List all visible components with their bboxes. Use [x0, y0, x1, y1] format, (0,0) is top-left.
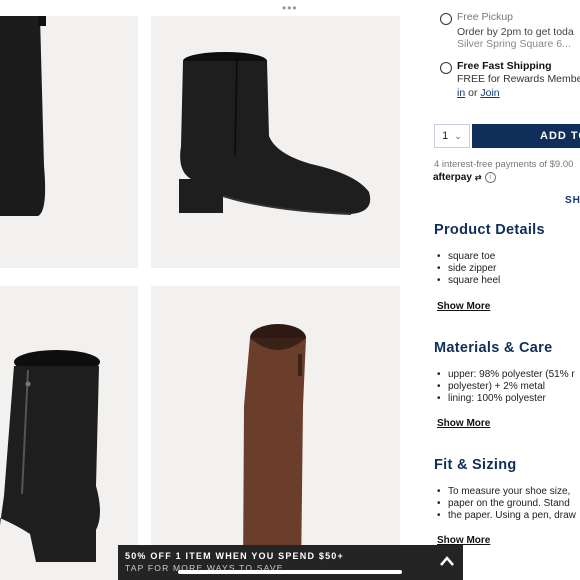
- or-text: or: [465, 87, 481, 99]
- add-to-bag-button[interactable]: ADD TO: [472, 124, 580, 148]
- product-image-1[interactable]: [0, 16, 138, 268]
- info-icon[interactable]: i: [484, 172, 496, 183]
- chevron-down-icon: ⌄: [454, 130, 462, 141]
- afterpay-arrows-icon: ⇄: [474, 173, 482, 182]
- details-show-more-link[interactable]: Show More: [437, 301, 490, 312]
- ship-link[interactable]: SHI: [565, 195, 580, 206]
- chevron-up-icon[interactable]: [439, 554, 455, 568]
- afterpay-logo: afterpay: [433, 172, 472, 183]
- brown-boot-image: [243, 324, 306, 576]
- fit-sizing-title: Fit & Sizing: [434, 457, 517, 473]
- afterpay-row: afterpay ⇄ i: [433, 172, 496, 183]
- join-link[interactable]: Join: [480, 87, 499, 99]
- shipping-radio[interactable]: [440, 62, 452, 74]
- shipping-title: Free Fast Shipping: [457, 60, 552, 72]
- home-indicator: [178, 570, 402, 574]
- shipping-rewards-text: FREE for Rewards Member: [457, 73, 580, 85]
- shipping-links: in or Join: [457, 87, 500, 100]
- sizing-item-continued: the paper. Using a pen, draw: [437, 510, 576, 523]
- materials-show-more-link[interactable]: Show More: [437, 418, 490, 429]
- quantity-select[interactable]: 1 ⌄: [434, 124, 470, 148]
- sizing-item-continued: paper on the ground. Stand: [437, 498, 570, 511]
- quantity-value: 1: [442, 130, 449, 142]
- pickup-radio[interactable]: [440, 13, 452, 25]
- product-image-2[interactable]: [151, 16, 400, 268]
- product-image-3[interactable]: [0, 286, 138, 580]
- pickup-title: Free Pickup: [457, 11, 514, 23]
- materials-care-title: Materials & Care: [434, 340, 553, 356]
- black-boot-main-image: [179, 52, 371, 215]
- afterpay-installments-text: 4 interest-free payments of $9.00: [434, 159, 574, 170]
- pickup-store-name[interactable]: Silver Spring Square 6...: [457, 38, 571, 51]
- promo-headline: 50% OFF 1 ITEM WHEN YOU SPEND $50+: [125, 551, 344, 561]
- details-item: square heel: [437, 275, 500, 288]
- sizing-item: To measure your shoe size,: [437, 486, 570, 499]
- black-boot-zipper-image: [0, 350, 100, 562]
- add-to-bag-label: ADD TO: [540, 130, 580, 142]
- drag-handle-icon[interactable]: •••: [282, 2, 298, 14]
- promo-banner[interactable]: 50% OFF 1 ITEM WHEN YOU SPEND $50+ TAP F…: [118, 545, 463, 580]
- details-item: side zipper: [437, 263, 496, 276]
- materials-item-continued: polyester) + 2% metal: [437, 381, 545, 394]
- materials-item: lining: 100% polyester: [437, 393, 546, 406]
- sign-in-link[interactable]: in: [457, 87, 465, 99]
- materials-item: upper: 98% polyester (51% r: [437, 369, 575, 382]
- black-boot-cropped-image: [0, 16, 46, 216]
- details-item: square toe: [437, 251, 495, 264]
- product-image-4[interactable]: [151, 286, 400, 580]
- product-details-title: Product Details: [434, 222, 545, 238]
